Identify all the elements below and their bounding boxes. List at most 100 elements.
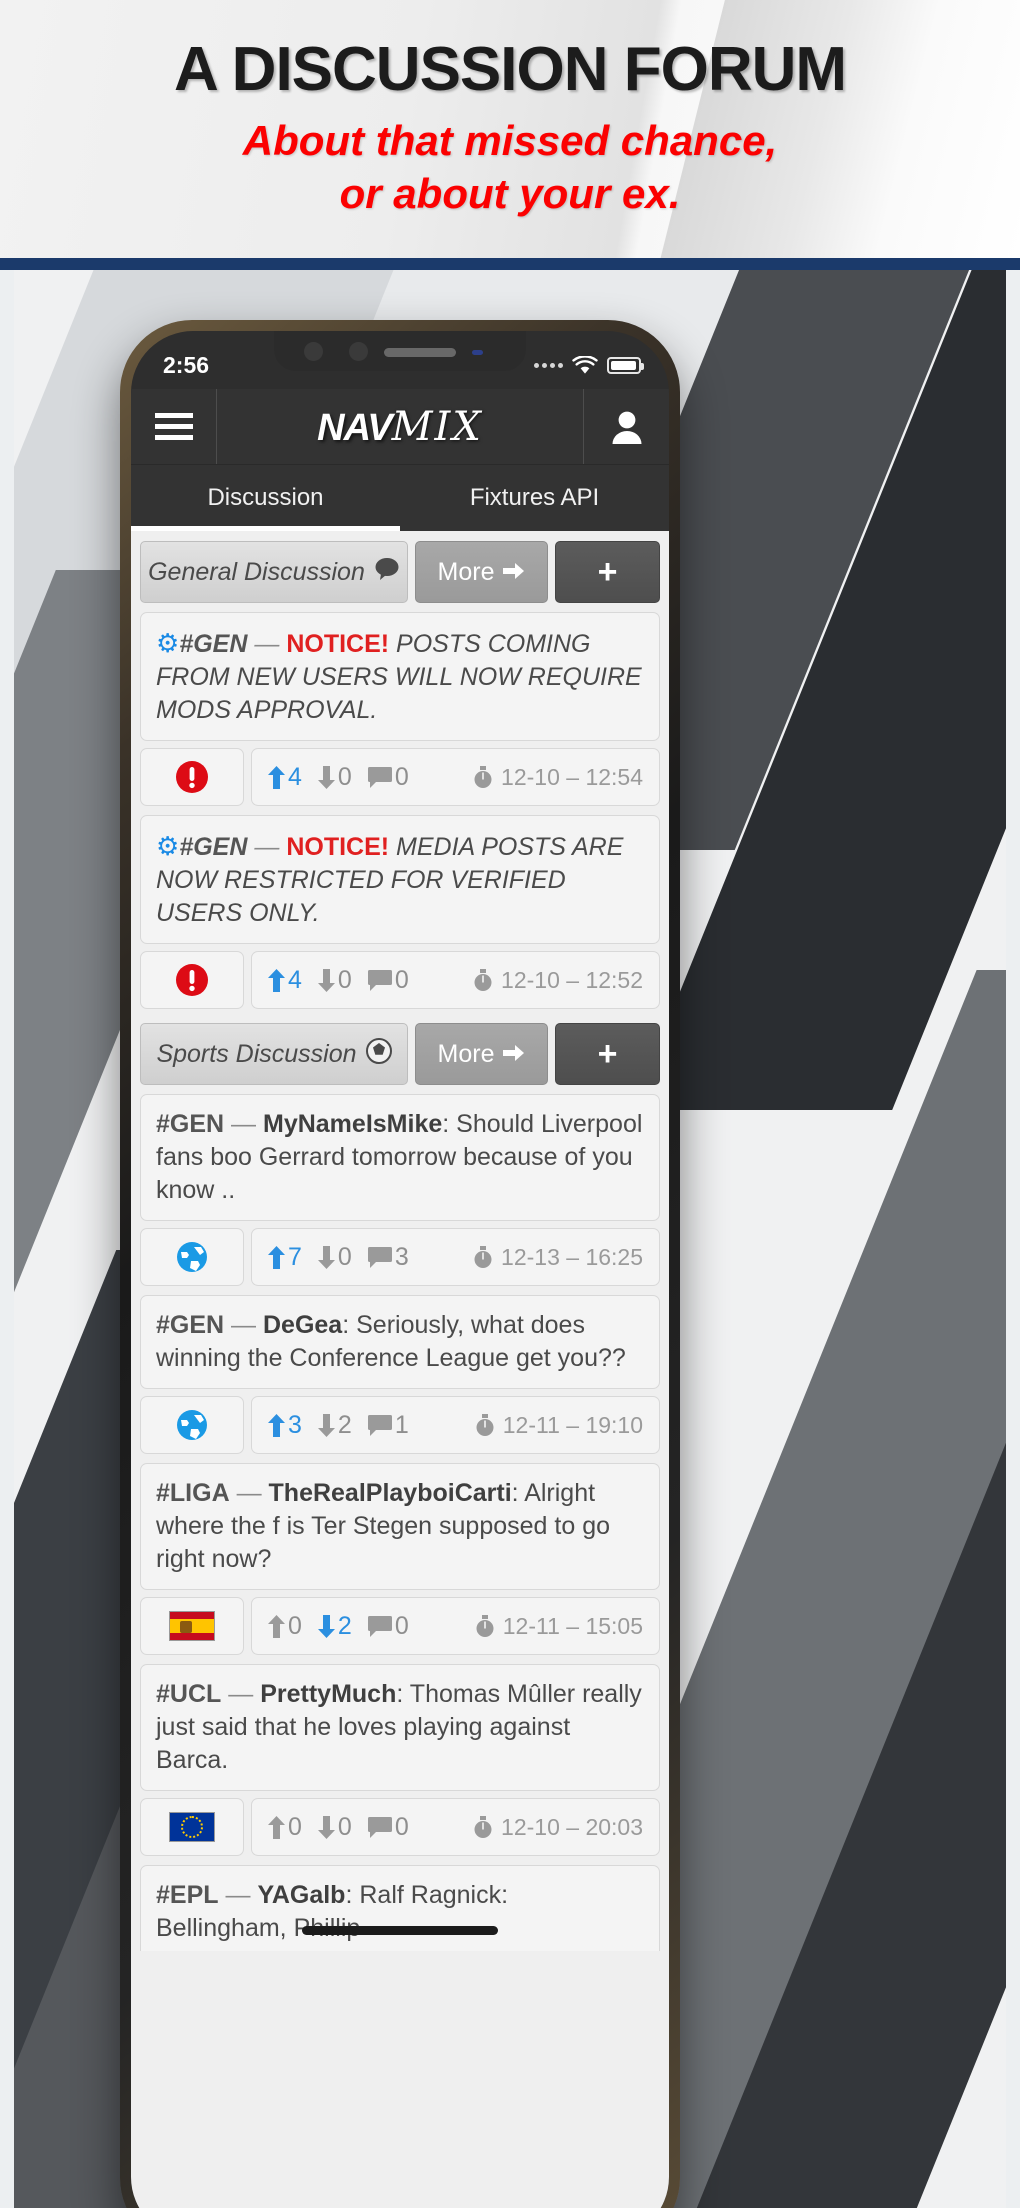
vote-counts: 4 0 0 xyxy=(268,763,419,792)
arrow-up-icon xyxy=(268,1614,285,1638)
post-notice-label: NOTICE! xyxy=(286,630,390,658)
eu-flag-icon[interactable] xyxy=(140,1798,244,1856)
spain-flag-icon[interactable] xyxy=(140,1597,244,1655)
wifi-icon xyxy=(572,355,598,374)
globe-icon[interactable] xyxy=(140,1396,244,1454)
comment-group[interactable]: 1 xyxy=(367,1411,409,1440)
comment-icon xyxy=(367,766,392,788)
downvote-count: 2 xyxy=(337,1611,352,1640)
discussion-feed[interactable]: General Discussion More + ⚙#GEN — NOTICE… xyxy=(131,531,669,2208)
comment-group[interactable]: 0 xyxy=(367,763,409,792)
upvote-group[interactable]: 0 xyxy=(268,1612,302,1641)
downvote-group[interactable]: 2 xyxy=(317,1411,352,1440)
post-stats: 7 0 3 12-13 – 16:25 xyxy=(251,1228,660,1286)
alert-icon[interactable] xyxy=(140,951,244,1009)
comment-icon xyxy=(367,1414,392,1436)
blue-divider-bar xyxy=(0,258,1020,270)
downvote-count: 0 xyxy=(337,1242,352,1271)
stopwatch-icon xyxy=(474,1815,492,1838)
post-tag: #LIGA xyxy=(156,1479,230,1507)
post-item[interactable]: #UCL — PrettyMuch: Thomas Mûller really … xyxy=(140,1664,660,1856)
downvote-group[interactable]: 2 xyxy=(317,1611,352,1641)
speech-bubble-icon xyxy=(374,557,400,588)
post-item[interactable]: #GEN — MyNameIsMike: Should Liverpool fa… xyxy=(140,1094,660,1286)
post-colon: : xyxy=(442,1110,450,1138)
globe-icon[interactable] xyxy=(140,1228,244,1286)
home-indicator[interactable] xyxy=(302,1926,498,1935)
stopwatch-icon xyxy=(474,968,492,991)
downvote-count: 0 xyxy=(337,762,352,791)
more-label: More xyxy=(437,1039,495,1068)
post-tag: #EPL xyxy=(156,1881,219,1909)
post-timestamp: 12-10 – 12:52 xyxy=(473,967,643,994)
arrow-up-icon xyxy=(268,968,285,992)
post-body: #LIGA — TheRealPlayboiCarti: Alright whe… xyxy=(140,1463,660,1590)
downvote-group[interactable]: 0 xyxy=(317,1242,352,1272)
section-title-label: Sports Discussion xyxy=(156,1039,357,1068)
person-icon[interactable] xyxy=(583,389,669,464)
downvote-group[interactable]: 0 xyxy=(317,762,352,792)
hamburger-icon[interactable] xyxy=(131,389,217,464)
upvote-count: 3 xyxy=(288,1410,302,1439)
section-title-sports[interactable]: Sports Discussion xyxy=(140,1023,408,1085)
post-text: Seriously, what does winning the Confere… xyxy=(156,1311,626,1372)
promo-banner: A DISCUSSION FORUM About that missed cha… xyxy=(0,0,1020,258)
post-item[interactable]: #LIGA — TheRealPlayboiCarti: Alright whe… xyxy=(140,1463,660,1655)
arrow-down-icon xyxy=(317,1815,335,1839)
upvote-group[interactable]: 4 xyxy=(268,966,302,995)
timestamp-text: 12-13 – 16:25 xyxy=(501,1243,643,1270)
app-logo-primary: NAV xyxy=(317,406,392,449)
stopwatch-icon xyxy=(476,1614,494,1637)
downvote-group[interactable]: 0 xyxy=(317,1813,352,1842)
soccer-ball-icon xyxy=(365,1037,392,1071)
post-body: #GEN — MyNameIsMike: Should Liverpool fa… xyxy=(140,1094,660,1221)
tab-discussion[interactable]: Discussion xyxy=(131,465,400,531)
partial-post-item[interactable]: #EPL — YAGalb: Ralf Ragnick: Bellingham,… xyxy=(140,1865,660,1951)
post-item[interactable]: #GEN — DeGea: Seriously, what does winni… xyxy=(140,1295,660,1454)
vote-counts: 3 2 1 xyxy=(268,1411,419,1440)
arrow-down-icon xyxy=(317,1614,335,1638)
upvote-group[interactable]: 3 xyxy=(268,1411,302,1440)
stopwatch-icon xyxy=(476,1413,494,1436)
add-post-button-sports[interactable]: + xyxy=(555,1023,660,1085)
comment-count: 0 xyxy=(394,965,409,994)
post-item[interactable]: ⚙#GEN — NOTICE! POSTS COMING FROM NEW US… xyxy=(140,612,660,806)
upvote-group[interactable]: 0 xyxy=(268,1813,302,1842)
arrow-right-icon xyxy=(503,1040,525,1069)
banner-subtitle-line1: About that missed chance, xyxy=(242,117,778,164)
comment-count: 0 xyxy=(394,1611,409,1640)
post-body: #GEN — DeGea: Seriously, what does winni… xyxy=(140,1295,660,1389)
post-item[interactable]: ⚙#GEN — NOTICE! MEDIA POSTS ARE NOW REST… xyxy=(140,815,660,1009)
post-tag: #GEN xyxy=(156,1311,225,1339)
upvote-group[interactable]: 4 xyxy=(268,763,302,792)
more-button-sports[interactable]: More xyxy=(415,1023,548,1085)
post-body: ⚙#GEN — NOTICE! POSTS COMING FROM NEW US… xyxy=(140,612,660,741)
post-dash: — xyxy=(236,1479,262,1507)
post-timestamp: 12-10 – 12:54 xyxy=(473,764,643,791)
gear-icon: ⚙ xyxy=(156,831,180,861)
post-tag: #GEN xyxy=(179,833,248,861)
comment-group[interactable]: 0 xyxy=(367,965,409,995)
comment-group[interactable]: 0 xyxy=(367,1611,409,1641)
section-title-general[interactable]: General Discussion xyxy=(140,541,408,603)
upvote-count: 4 xyxy=(288,762,302,791)
add-post-button-general[interactable]: + xyxy=(555,541,660,603)
arrow-up-icon xyxy=(268,1815,285,1839)
arrow-down-icon xyxy=(317,1413,335,1437)
alert-icon[interactable] xyxy=(140,748,244,806)
tab-fixtures-api[interactable]: Fixtures API xyxy=(400,465,669,531)
banner-title: A DISCUSSION FORUM xyxy=(173,35,847,104)
timestamp-text: 12-11 – 19:10 xyxy=(502,1411,643,1438)
gear-icon: ⚙ xyxy=(156,628,180,658)
arrow-up-icon xyxy=(268,765,285,789)
status-bar: 2:56 xyxy=(131,331,669,389)
upvote-count: 4 xyxy=(288,965,302,994)
downvote-group[interactable]: 0 xyxy=(317,966,352,995)
comment-group[interactable]: 3 xyxy=(367,1243,409,1272)
more-button-general[interactable]: More xyxy=(415,541,548,603)
comment-group[interactable]: 0 xyxy=(367,1813,409,1842)
hero-backdrop: 2:56 NAVMIX Discussion Fixtures API Gene… xyxy=(14,270,1006,2208)
upvote-group[interactable]: 7 xyxy=(268,1243,302,1272)
banner-subtitle-line2: or about your ex. xyxy=(339,169,681,217)
post-meta-row: 0 0 0 12-10 – 20:03 xyxy=(140,1798,660,1856)
